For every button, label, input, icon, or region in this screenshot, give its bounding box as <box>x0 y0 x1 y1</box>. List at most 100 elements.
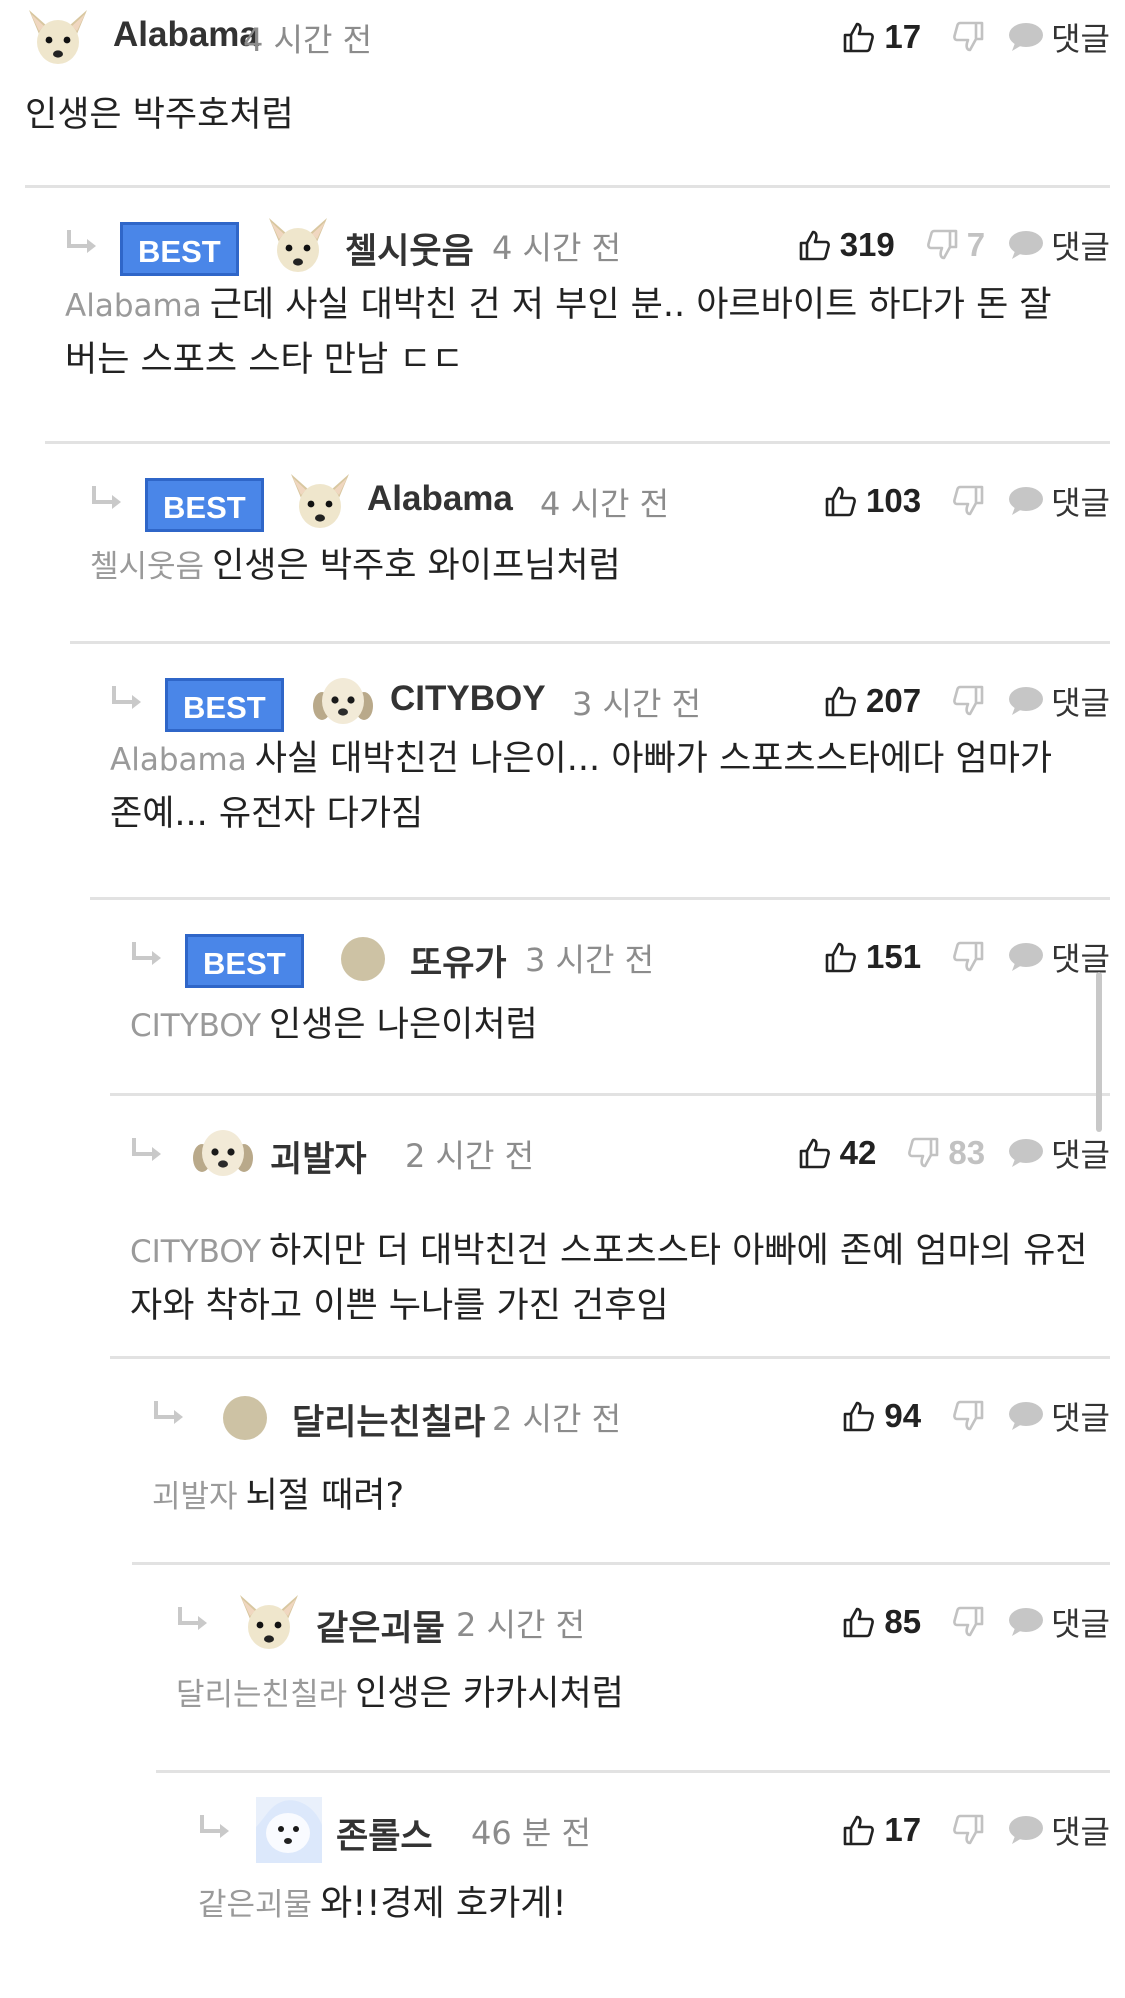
dislike-button[interactable] <box>951 940 985 974</box>
like-button[interactable]: 17 <box>842 1811 921 1849</box>
username-link[interactable]: 첼시웃음 <box>345 223 474 274</box>
thumbs-down-icon <box>951 484 985 518</box>
reply-button[interactable]: 댓글 <box>1007 1393 1110 1439</box>
comment-body: CITYBOY 하지만 더 대박친건 스포츠스타 아빠에 존예 엄마의 유전자와 … <box>130 1224 1090 1333</box>
comment-text: 하지만 더 대박친건 스포츠스타 아빠에 존예 엄마의 유전자와 착하고 이쁜 … <box>130 1231 1088 1326</box>
comment-actions: 42 83 댓글 <box>798 1128 1110 1178</box>
username-link[interactable]: 같은괴물 <box>316 1600 445 1651</box>
comment-actions: 151 댓글 <box>824 932 1110 982</box>
reply-mention[interactable]: 같은괴물 <box>198 1887 312 1923</box>
timestamp: 4 시간 전 <box>540 485 670 523</box>
comment-thread: Alabama 4 시간 전 17 댓글 인생은 박주호처럼 BEST 첼시웃음 4 시간 전… <box>0 0 1125 1998</box>
reply-button[interactable]: 댓글 <box>1007 222 1110 268</box>
comment: Alabama 4 시간 전 17 댓글 인생은 박주호처럼 <box>25 0 1110 188</box>
reply-mention[interactable]: CITYBOY <box>130 1008 261 1044</box>
chihuahua-avatar-icon[interactable] <box>236 1589 302 1655</box>
comment-body: 인생은 박주호처럼 <box>25 88 1090 142</box>
scrollbar[interactable] <box>1096 972 1102 1132</box>
default-avatar-icon[interactable] <box>212 1383 278 1449</box>
reply-button[interactable]: 댓글 <box>1007 1807 1110 1853</box>
like-button[interactable]: 151 <box>824 938 921 976</box>
reply-mention[interactable]: Alabama <box>65 288 202 324</box>
reply-button[interactable]: 댓글 <box>1007 1130 1110 1176</box>
dislike-button[interactable] <box>951 1813 985 1847</box>
reply-label: 댓글 <box>1051 1399 1110 1437</box>
dislike-count: 7 <box>966 226 986 263</box>
timestamp: 3 시간 전 <box>572 685 702 723</box>
comment-body: Alabama 근데 사실 대박친 건 저 부인 분.. 아르바이트 하다가 돈 … <box>65 278 1090 387</box>
dislike-button[interactable]: 7 <box>925 226 985 264</box>
like-button[interactable]: 42 <box>798 1134 877 1172</box>
puppy-avatar-icon[interactable] <box>190 1120 256 1186</box>
username-link[interactable]: 괴발자 <box>270 1131 367 1182</box>
speech-bubble-icon <box>1007 1814 1045 1846</box>
comment-text: 뇌절 때려? <box>245 1476 405 1516</box>
thumbs-down-icon <box>951 684 985 718</box>
username-link[interactable]: 또유가 <box>410 935 507 986</box>
reply-button[interactable]: 댓글 <box>1007 678 1110 724</box>
thumbs-down-icon <box>925 228 959 262</box>
comment-actions: 17 댓글 <box>842 1805 1110 1855</box>
like-button[interactable]: 85 <box>842 1603 921 1641</box>
best-badge: BEST <box>165 678 284 732</box>
reply-button[interactable]: 댓글 <box>1007 478 1110 524</box>
dislike-button[interactable] <box>951 484 985 518</box>
reply-label: 댓글 <box>1051 1813 1110 1851</box>
reply-mention[interactable]: 괴발자 <box>152 1479 238 1515</box>
reply-mention[interactable]: 첼시웃음 <box>90 549 204 585</box>
comment-text: 인생은 나은이처럼 <box>269 1005 538 1045</box>
white-dog-avatar-icon[interactable] <box>256 1797 322 1863</box>
thumbs-up-icon <box>824 484 858 518</box>
username-link[interactable]: Alabama <box>367 479 513 519</box>
thumbs-up-icon <box>842 1813 876 1847</box>
like-button[interactable]: 207 <box>824 682 921 720</box>
reply-button[interactable]: 댓글 <box>1007 934 1110 980</box>
like-count: 42 <box>839 1134 877 1171</box>
username-link[interactable]: 달리는친칠라 <box>292 1394 485 1445</box>
like-count: 103 <box>866 482 922 519</box>
timestamp: 2 시간 전 <box>456 1606 586 1644</box>
thumbs-down-icon <box>951 1399 985 1433</box>
like-count: 17 <box>884 18 922 55</box>
like-button[interactable]: 17 <box>842 18 921 56</box>
thumbs-down-icon <box>951 20 985 54</box>
comment-header: 같은괴물 2 시간 전 85 댓글 <box>156 1585 1110 1655</box>
reply-mention[interactable]: Alabama <box>110 742 247 778</box>
username-link[interactable]: CITYBOY <box>390 679 546 719</box>
comment-body: 괴발자 뇌절 때려? <box>152 1469 1090 1524</box>
thumbs-down-icon <box>951 1605 985 1639</box>
chihuahua-avatar-icon[interactable] <box>265 212 331 278</box>
dislike-button[interactable] <box>951 684 985 718</box>
puppy-avatar-icon[interactable] <box>310 668 376 734</box>
comment-text: 근데 사실 대박친 건 저 부인 분.. 아르바이트 하다가 돈 잘 버는 스포… <box>65 285 1052 380</box>
dislike-button[interactable] <box>951 20 985 54</box>
speech-bubble-icon <box>1007 1606 1045 1638</box>
username-link[interactable]: Alabama <box>113 15 259 55</box>
like-button[interactable]: 103 <box>824 482 921 520</box>
chihuahua-avatar-icon[interactable] <box>287 468 353 534</box>
dislike-count: 83 <box>948 1134 986 1171</box>
reply-mention[interactable]: CITYBOY <box>130 1234 261 1270</box>
reply-button[interactable]: 댓글 <box>1007 1599 1110 1645</box>
like-button[interactable]: 319 <box>798 226 895 264</box>
default-avatar-icon[interactable] <box>330 924 396 990</box>
reply-button[interactable]: 댓글 <box>1007 14 1110 60</box>
dislike-button[interactable]: 83 <box>906 1134 985 1172</box>
chihuahua-avatar-icon[interactable] <box>25 4 91 70</box>
dislike-button[interactable] <box>951 1605 985 1639</box>
dislike-button[interactable] <box>951 1399 985 1433</box>
like-count: 151 <box>866 938 922 975</box>
comment: BEST 첼시웃음 4 시간 전 319 7 댓글 Alabama 근데 사실 대박친 건 저… <box>45 188 1110 444</box>
speech-bubble-icon <box>1007 685 1045 717</box>
thumbs-down-icon <box>951 940 985 974</box>
comment-actions: 103 댓글 <box>824 476 1110 526</box>
comment-body: Alabama 사실 대박친건 나은이... 아빠가 스포츠스타에다 엄마가 존예… <box>110 732 1090 841</box>
comment-actions: 85 댓글 <box>842 1597 1110 1647</box>
speech-bubble-icon <box>1007 229 1045 261</box>
comment-header: Alabama 4 시간 전 17 댓글 <box>25 0 1110 70</box>
comment: 존롤스 46 분 전 17 댓글 같은괴물 와!!경제 호카게! <box>178 1773 1110 1998</box>
like-button[interactable]: 94 <box>842 1397 921 1435</box>
username-link[interactable]: 존롤스 <box>336 1808 433 1859</box>
reply-mention[interactable]: 달리는친칠라 <box>176 1677 347 1713</box>
best-badge: BEST <box>185 934 304 988</box>
